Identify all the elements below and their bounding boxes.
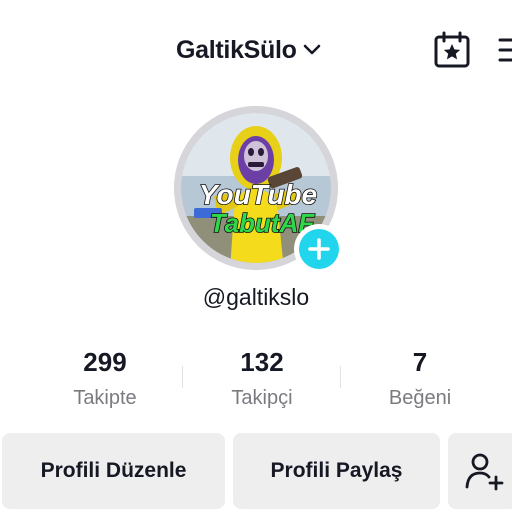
stat-following[interactable]: 299 Takipte	[40, 340, 170, 412]
plus-icon	[308, 238, 330, 260]
stat-followers[interactable]: 132 Takipçi	[197, 340, 327, 412]
add-friends-button[interactable]	[448, 433, 512, 509]
stat-likes[interactable]: 7 Beğeni	[355, 340, 485, 412]
stat-following-label: Takipte	[73, 387, 137, 409]
add-user-icon	[465, 453, 504, 491]
stat-followers-label: Takipçi	[231, 387, 293, 409]
top-bar: GaltikSülo	[0, 0, 512, 100]
stat-divider	[340, 366, 341, 388]
stat-followers-value: 132	[240, 347, 284, 377]
add-badge-circle	[299, 229, 339, 269]
stat-divider	[182, 366, 183, 388]
avatar-container: YouTube TabutAF	[174, 106, 344, 274]
profile-handle: @galtikslo	[202, 284, 310, 310]
menu-button[interactable]	[496, 34, 512, 66]
add-photo-button[interactable]	[294, 224, 344, 274]
edit-profile-button[interactable]: Profili Düzenle	[2, 433, 225, 509]
stat-likes-label: Beğeni	[388, 387, 452, 409]
avatar-text-youtube: YouTube	[199, 179, 317, 210]
stat-likes-value: 7	[412, 347, 428, 377]
account-switcher[interactable]: GaltikSülo	[176, 31, 323, 69]
username-title: GaltikSülo	[176, 35, 297, 64]
calendar-button[interactable]	[432, 30, 472, 70]
chevron-down-icon	[301, 39, 323, 61]
stats-row: 299 Takipte 132 Takipçi 7 Beğeni	[0, 340, 512, 420]
stat-following-value: 299	[83, 347, 127, 377]
calendar-star-icon	[434, 31, 470, 68]
hamburger-menu-icon	[498, 38, 512, 62]
share-profile-button[interactable]: Profili Paylaş	[233, 433, 440, 509]
